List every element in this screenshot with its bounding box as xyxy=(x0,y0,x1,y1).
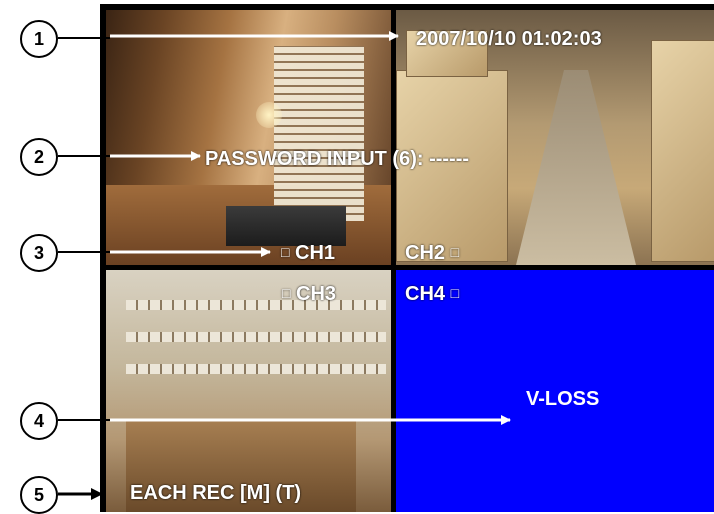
callout-arrows xyxy=(58,31,511,500)
